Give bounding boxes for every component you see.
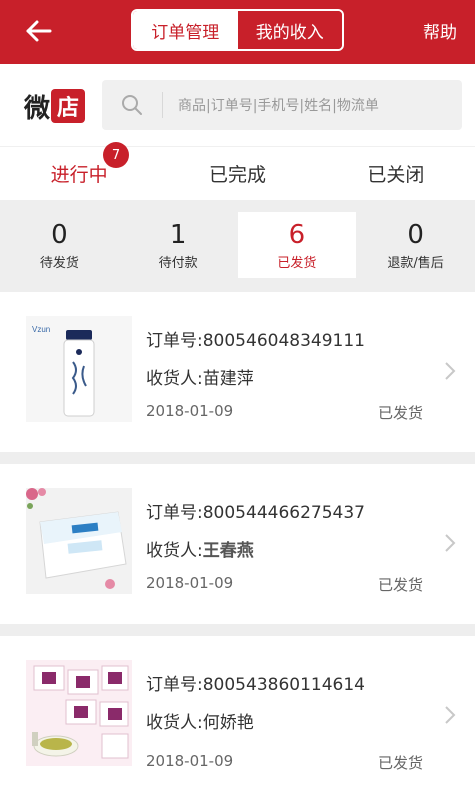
stat-pending-shipment[interactable]: 0 待发货 — [0, 212, 119, 278]
stat-label: 待发货 — [39, 255, 79, 271]
receiver-label: 收货人: — [146, 541, 203, 561]
tab-completed[interactable]: 已完成 — [158, 147, 316, 200]
product-thumbnail — [26, 660, 132, 766]
count-badge: 7 — [103, 142, 129, 168]
receiver-name: 王春燕 — [202, 541, 254, 561]
segment-my-income[interactable]: 我的收入 — [237, 11, 342, 49]
stat-refund-aftersale[interactable]: 0 退款/售后 — [356, 212, 475, 278]
order-status: 已发货 — [377, 404, 423, 422]
stat-value: 0 — [407, 219, 424, 250]
divider — [0, 200, 475, 212]
stat-label: 退款/售后 — [387, 255, 444, 271]
tab-in-progress[interactable]: 进行中 7 — [0, 142, 158, 200]
receiver-row: 收货人:苗建萍 — [146, 364, 254, 389]
receiver-row: 收货人:王春燕 — [146, 536, 254, 561]
order-number-label: 订单号: — [146, 503, 203, 523]
search-row: 微 店 商品|订单号|手机号|姓名|物流单 — [0, 64, 475, 146]
top-bar: 订单管理 我的收入 帮助 — [0, 0, 475, 64]
chevron-right-icon — [445, 362, 456, 380]
order-stats: 0 待发货 1 待付款 6 已发货 0 退款/售后 — [0, 212, 475, 278]
weidian-logo: 微 店 — [24, 89, 86, 124]
receiver-label: 收货人: — [146, 713, 203, 733]
arrow-left-icon — [26, 20, 52, 42]
stat-shipped[interactable]: 6 已发货 — [237, 212, 357, 278]
stat-label: 已发货 — [277, 255, 317, 271]
tab-label: 进行中 — [50, 164, 108, 186]
segment-order-management[interactable]: 订单管理 — [133, 11, 238, 49]
bottle-product-image: Vzun — [26, 316, 132, 422]
search-divider — [162, 92, 163, 118]
order-status: 已发货 — [377, 576, 423, 594]
order-date: 2018-01-09 — [146, 752, 234, 770]
stat-value: 6 — [288, 219, 306, 250]
chevron-right-icon — [445, 706, 456, 724]
svg-text:Vzun: Vzun — [32, 325, 50, 334]
tab-closed[interactable]: 已关闭 — [317, 147, 475, 200]
search-box[interactable]: 商品|订单号|手机号|姓名|物流单 — [102, 80, 462, 130]
help-button[interactable]: 帮助 — [423, 18, 457, 43]
stat-value: 1 — [169, 219, 187, 250]
product-thumbnail: Vzun — [26, 316, 132, 422]
logo-text-dian: 店 — [51, 89, 86, 123]
order-number-row: 订单号:800546048349111 — [146, 326, 365, 351]
stat-label: 待付款 — [158, 255, 198, 271]
order-number: 800544466275437 — [202, 503, 365, 523]
order-number-row: 订单号:800543860114614 — [146, 670, 365, 695]
order-date: 2018-01-09 — [146, 574, 234, 592]
order-status: 已发货 — [377, 754, 423, 772]
order-number: 800546048349111 — [202, 331, 365, 351]
order-number-row: 订单号:800544466275437 — [146, 498, 365, 523]
order-card[interactable]: Vzun 订单号:800546048349111 收货人:苗建萍 2018-01… — [0, 292, 475, 452]
tea-sachet-product-image — [26, 660, 132, 766]
pad-package-product-image — [26, 488, 132, 594]
logo-text-wei: 微 — [24, 93, 51, 124]
order-number-label: 订单号: — [146, 331, 203, 351]
receiver-row: 收货人:何娇艳 — [146, 708, 254, 733]
divider — [0, 278, 475, 292]
receiver-name: 何娇艳 — [202, 713, 254, 733]
search-input[interactable]: 商品|订单号|手机号|姓名|物流单 — [178, 95, 379, 115]
segment-control: 订单管理 我的收入 — [131, 9, 344, 51]
search-icon — [122, 95, 142, 115]
order-date: 2018-01-09 — [146, 402, 234, 420]
receiver-name: 苗建萍 — [202, 369, 254, 389]
order-number: 800543860114614 — [202, 675, 365, 695]
order-card[interactable]: 订单号:800543860114614 收货人:何娇艳 2018-01-09 已… — [0, 636, 475, 800]
status-tabs: 进行中 7 已完成 已关闭 — [0, 142, 475, 200]
stat-pending-payment[interactable]: 1 待付款 — [119, 212, 238, 278]
receiver-label: 收货人: — [146, 369, 203, 389]
order-number-label: 订单号: — [146, 675, 203, 695]
tab-label: 已完成 — [208, 164, 266, 186]
tab-label: 已关闭 — [367, 164, 425, 186]
stat-value: 0 — [51, 219, 68, 250]
back-button[interactable] — [22, 14, 56, 48]
chevron-right-icon — [445, 534, 456, 552]
order-card[interactable]: 订单号:800544466275437 收货人:王春燕 2018-01-09 已… — [0, 464, 475, 624]
product-thumbnail — [26, 488, 132, 594]
